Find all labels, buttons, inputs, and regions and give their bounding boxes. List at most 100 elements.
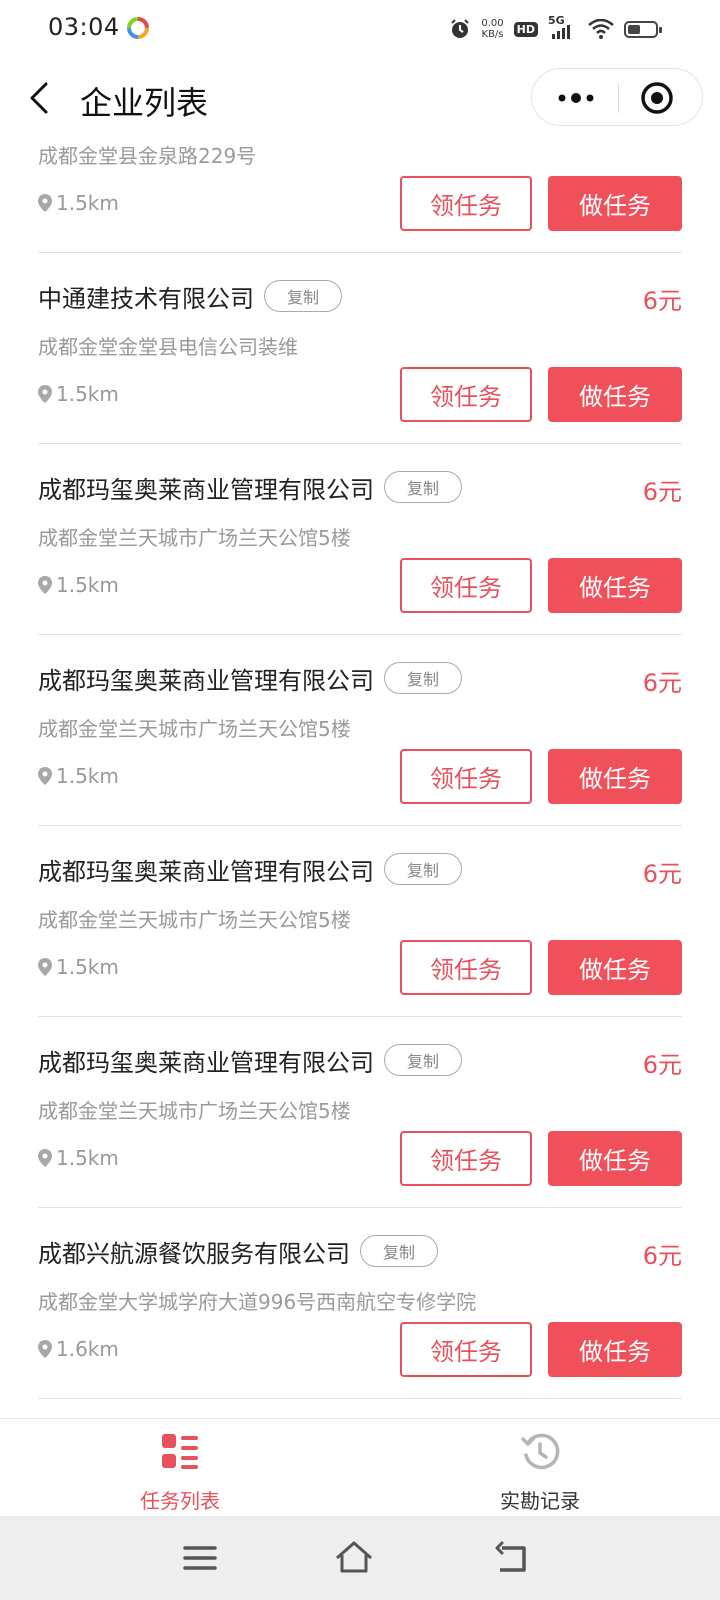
tab-survey-records-label: 实勘记录 xyxy=(500,1489,580,1513)
claim-task-button[interactable]: 领任务 xyxy=(400,749,532,804)
company-address: 成都金堂兰天城市广场兰天公馆5楼 xyxy=(38,908,351,932)
distance-text: 1.5km xyxy=(56,1146,119,1170)
company-name: 成都玛玺奥莱商业管理有限公司 xyxy=(38,475,374,504)
company-list-item: 中通建技术有限公司 复制 6元 成都金堂金堂县电信公司装维 1.5km 领任务 … xyxy=(38,248,682,444)
capsule-divider xyxy=(618,83,619,113)
company-name-row: 成都玛玺奥莱商业管理有限公司 复制 xyxy=(38,660,462,696)
company-list-item: 成都兴航源餐饮服务有限公司 复制 6元 成都金堂大学城学府大道996号西南航空专… xyxy=(38,1203,682,1399)
claim-task-button[interactable]: 领任务 xyxy=(400,367,532,422)
signal-5g-icon: 5G xyxy=(548,14,578,40)
location-pin-icon xyxy=(38,576,52,594)
battery-icon xyxy=(624,20,662,38)
claim-task-button[interactable]: 领任务 xyxy=(400,558,532,613)
do-task-button[interactable]: 做任务 xyxy=(548,1322,682,1377)
copy-button[interactable]: 复制 xyxy=(264,280,342,312)
back-arrow-icon xyxy=(495,1541,526,1572)
distance-text: 1.6km xyxy=(56,1337,119,1361)
task-price: 6元 xyxy=(642,287,682,315)
page-title: 企业列表 xyxy=(80,84,209,122)
system-home-button[interactable] xyxy=(334,1538,374,1578)
menu-icon xyxy=(183,1546,217,1570)
system-navigation-bar xyxy=(0,1516,720,1600)
more-button[interactable] xyxy=(554,83,598,113)
system-menu-button[interactable] xyxy=(180,1538,220,1578)
task-price: 6元 xyxy=(642,860,682,888)
do-task-button[interactable]: 做任务 xyxy=(548,367,682,422)
status-indicators: 0.00 KB/s HD 5G xyxy=(449,14,662,44)
distance-text: 1.5km xyxy=(56,382,119,406)
distance-row: 1.5km xyxy=(38,1146,119,1170)
company-address: 成都金堂大学城学府大道996号西南航空专修学院 xyxy=(38,1290,477,1314)
location-pin-icon xyxy=(38,385,52,403)
company-address: 成都金堂兰天城市广场兰天公馆5楼 xyxy=(38,526,351,550)
system-back-button[interactable] xyxy=(492,1538,532,1578)
do-task-button[interactable]: 做任务 xyxy=(548,749,682,804)
company-name-row: 成都玛玺奥莱商业管理有限公司 复制 xyxy=(38,851,462,887)
wifi-icon xyxy=(588,19,614,39)
copy-button[interactable]: 复制 xyxy=(384,662,462,694)
task-price: 6元 xyxy=(642,1051,682,1079)
company-name: 成都兴航源餐饮服务有限公司 xyxy=(38,1239,350,1268)
task-price: 6元 xyxy=(642,1242,682,1270)
copy-button[interactable]: 复制 xyxy=(384,853,462,885)
home-icon xyxy=(336,1541,372,1573)
company-name: 成都玛玺奥莱商业管理有限公司 xyxy=(38,666,374,695)
task-price: 6元 xyxy=(642,669,682,697)
more-dots-icon xyxy=(558,93,594,103)
tab-task-list[interactable]: 任务列表 xyxy=(0,1419,360,1517)
location-pin-icon xyxy=(38,767,52,785)
claim-task-button[interactable]: 领任务 xyxy=(400,940,532,995)
target-close-icon xyxy=(641,82,673,114)
copy-button[interactable]: 复制 xyxy=(384,471,462,503)
distance-row: 1.5km xyxy=(38,573,119,597)
alarm-icon xyxy=(451,19,470,38)
distance-text: 1.5km xyxy=(56,764,119,788)
history-clock-icon xyxy=(521,1433,560,1470)
tab-survey-records[interactable]: 实勘记录 xyxy=(360,1419,720,1517)
distance-row: 1.5km xyxy=(38,191,119,215)
copy-button[interactable]: 复制 xyxy=(360,1235,438,1267)
status-time: 03:04 xyxy=(48,13,120,41)
location-pin-icon xyxy=(38,1149,52,1167)
company-name-row: 成都玛玺奥莱商业管理有限公司 复制 xyxy=(38,469,462,505)
copy-button[interactable]: 复制 xyxy=(384,1044,462,1076)
location-pin-icon xyxy=(38,194,52,212)
company-list-item: 成都玛玺奥莱商业管理有限公司 复制 6元 成都金堂兰天城市广场兰天公馆5楼 1.… xyxy=(38,821,682,1017)
company-name-row: 成都玛玺奥莱商业管理有限公司 复制 xyxy=(38,1042,462,1078)
company-list-item: 成都玛玺奥莱商业管理有限公司 复制 6元 成都金堂兰天城市广场兰天公馆5楼 1.… xyxy=(38,630,682,826)
claim-task-button[interactable]: 领任务 xyxy=(400,1322,532,1377)
company-name: 成都玛玺奥莱商业管理有限公司 xyxy=(38,1048,374,1077)
mini-program-capsule xyxy=(531,68,703,126)
company-name: 中通建技术有限公司 xyxy=(38,284,254,313)
tab-task-list-label: 任务列表 xyxy=(140,1489,220,1513)
company-list[interactable]: 成都金堂县金泉路229号 1.5km 领任务 做任务 中通建技术有限公司 复制 … xyxy=(0,140,720,1418)
company-list-item: 成都玛玺奥莱商业管理有限公司 复制 6元 成都金堂兰天城市广场兰天公馆5楼 1.… xyxy=(38,1012,682,1208)
company-name-row: 中通建技术有限公司 复制 xyxy=(38,278,342,314)
app-notification-icon xyxy=(127,17,149,39)
distance-text: 1.5km xyxy=(56,191,119,215)
company-list-item: 成都玛玺奥莱商业管理有限公司 复制 6元 成都金堂兰天城市广场兰天公馆5楼 1.… xyxy=(38,439,682,635)
navigation-bar: 企业列表 xyxy=(0,58,720,140)
do-task-button[interactable]: 做任务 xyxy=(548,176,682,231)
distance-row: 1.5km xyxy=(38,955,119,979)
location-pin-icon xyxy=(38,1340,52,1358)
do-task-button[interactable]: 做任务 xyxy=(548,558,682,613)
company-address: 成都金堂兰天城市广场兰天公馆5楼 xyxy=(38,1099,351,1123)
do-task-button[interactable]: 做任务 xyxy=(548,1131,682,1186)
claim-task-button[interactable]: 领任务 xyxy=(400,1131,532,1186)
back-button[interactable] xyxy=(22,76,62,120)
task-list-icon xyxy=(162,1434,198,1469)
distance-row: 1.5km xyxy=(38,764,119,788)
distance-text: 1.5km xyxy=(56,955,119,979)
close-mini-program-button[interactable] xyxy=(640,81,674,115)
hd-badge: HD xyxy=(513,21,538,37)
location-pin-icon xyxy=(38,958,52,976)
chevron-left-icon xyxy=(30,82,48,114)
company-list-item: 成都金堂县金泉路229号 1.5km 领任务 做任务 xyxy=(38,140,682,253)
company-name-row: 成都兴航源餐饮服务有限公司 复制 xyxy=(38,1233,438,1269)
claim-task-button[interactable]: 领任务 xyxy=(400,176,532,231)
bottom-tab-bar: 任务列表 实勘记录 xyxy=(0,1418,720,1517)
task-price: 6元 xyxy=(642,478,682,506)
do-task-button[interactable]: 做任务 xyxy=(548,940,682,995)
company-address: 成都金堂金堂县电信公司装维 xyxy=(38,335,298,359)
